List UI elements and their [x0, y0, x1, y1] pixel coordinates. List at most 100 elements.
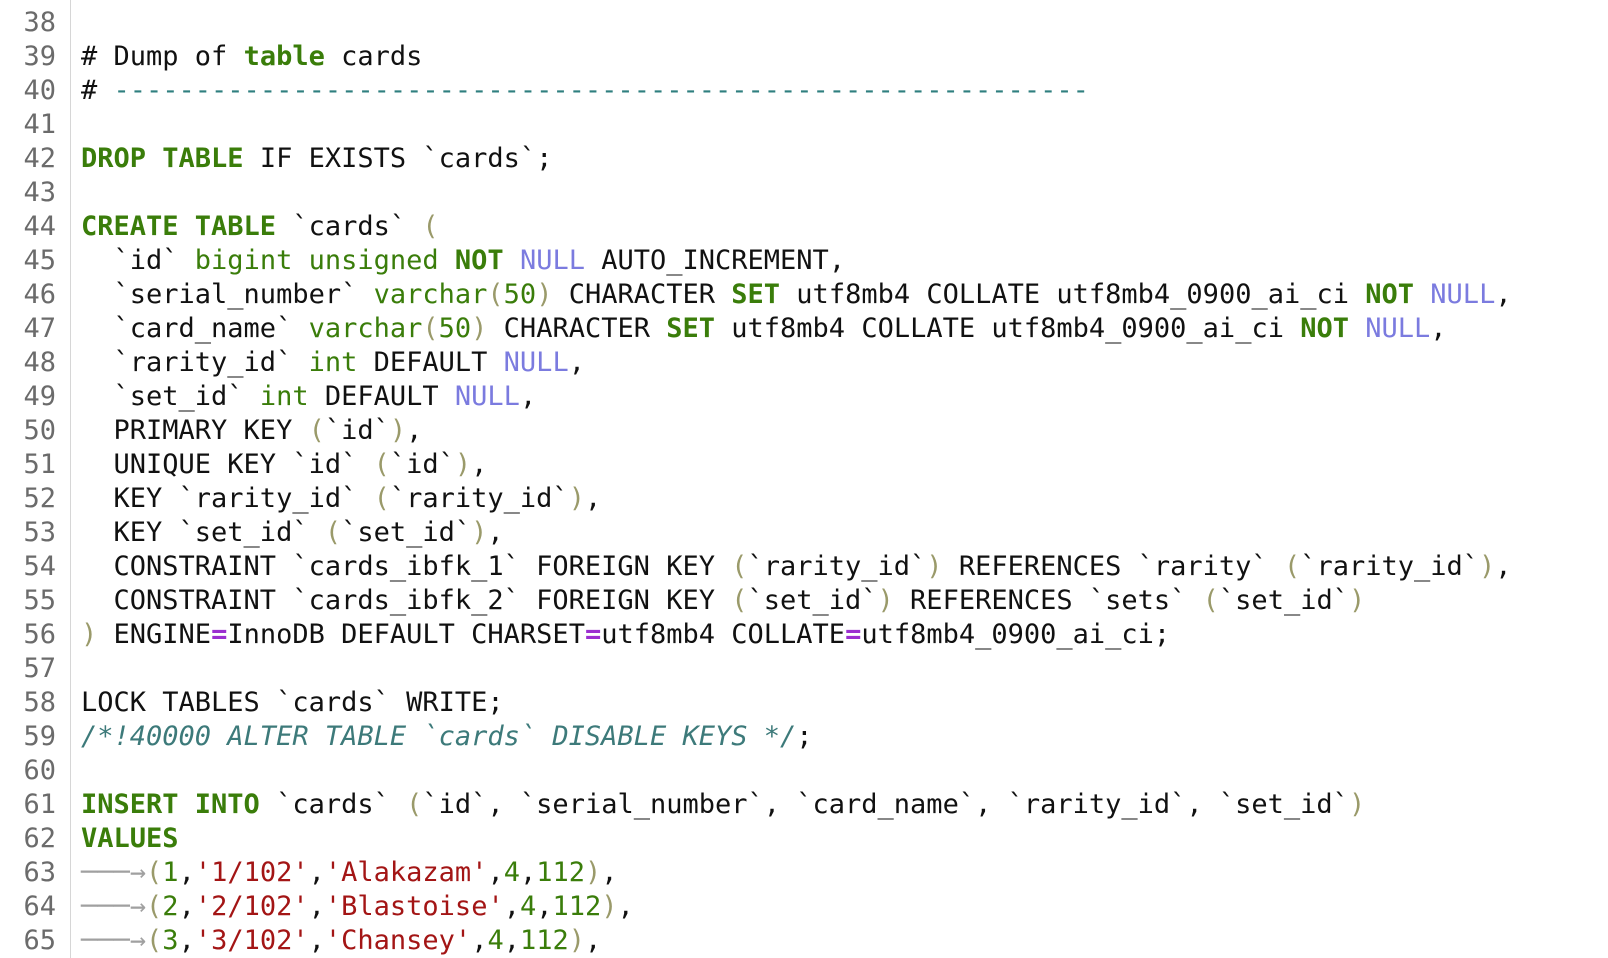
line-code: VALUES	[81, 822, 179, 856]
code-token: ,	[178, 925, 195, 956]
line-code: PRIMARY KEY (`id`),	[81, 414, 423, 448]
code-token: ENGINE	[97, 619, 212, 650]
code-token: 1	[162, 857, 179, 888]
line-number: 51	[23, 449, 56, 480]
code-line[interactable]: 41	[0, 108, 1608, 142]
code-line[interactable]: 58 LOCK TABLES `cards` WRITE;	[0, 686, 1608, 720]
code-token: ,	[503, 925, 520, 956]
code-token: SET	[666, 313, 716, 344]
code-line[interactable]: 47 `card_name` varchar(50) CHARACTER SET…	[0, 312, 1608, 346]
code-line[interactable]: 45 `id` bigint unsigned NOT NULL AUTO_IN…	[0, 244, 1608, 278]
code-token: `rarity_id`	[81, 347, 309, 378]
line-number: 45	[23, 245, 56, 276]
code-line[interactable]: 56) ENGINE=InnoDB DEFAULT CHARSET=utf8mb…	[0, 618, 1608, 652]
line-code: KEY `rarity_id` (`rarity_id`),	[81, 482, 602, 516]
line-code: ) ENGINE=InnoDB DEFAULT CHARSET=utf8mb4 …	[81, 618, 1170, 652]
code-line[interactable]: 52 KEY `rarity_id` (`rarity_id`),	[0, 482, 1608, 516]
code-token: 50	[503, 279, 537, 310]
code-token: NULL	[1365, 313, 1431, 344]
code-line[interactable]: 64 ───→(2,'2/102','Blastoise',4,112),	[0, 890, 1608, 924]
code-line[interactable]: 51 UNIQUE KEY `id` (`id`),	[0, 448, 1608, 482]
code-line[interactable]: 53 KEY `set_id` (`set_id`),	[0, 516, 1608, 550]
line-number: 59	[23, 721, 56, 752]
code-token: SET	[731, 279, 781, 310]
code-line[interactable]: 43	[0, 176, 1608, 210]
code-token: int	[308, 347, 358, 378]
line-number: 40	[23, 75, 56, 106]
line-code: ───→(1,'1/102','Alakazam',4,112),	[81, 856, 618, 890]
code-token: DEFAULT	[308, 381, 455, 412]
line-number: 39	[23, 41, 56, 72]
code-token: 4	[519, 891, 537, 922]
code-line[interactable]: 44 CREATE TABLE `cards` (	[0, 210, 1608, 244]
code-line[interactable]: 62 VALUES	[0, 822, 1608, 856]
line-code: `card_name` varchar(50) CHARACTER SET ut…	[81, 312, 1447, 346]
code-token: bigint unsigned	[194, 245, 439, 276]
code-token: utf8mb4 COLLATE	[601, 619, 846, 650]
code-token: ,	[178, 857, 195, 888]
code-line[interactable]: 49 `set_id` int DEFAULT NULL,	[0, 380, 1608, 414]
code-line[interactable]: 59 /*!40000 ALTER TABLE `cards` DISABLE K…	[0, 720, 1608, 754]
code-line[interactable]: 46 `serial_number` varchar(50) CHARACTER…	[0, 278, 1608, 312]
code-token: REFERENCES `sets`	[893, 585, 1203, 616]
code-token: `set_id`	[341, 517, 472, 548]
code-token: ,	[308, 857, 325, 888]
code-editor[interactable]: 38 39 # Dump of table cards 40 # -----------…	[0, 0, 1608, 958]
code-token: DEFAULT	[357, 347, 504, 378]
code-token: =	[845, 619, 862, 650]
code-token: CONSTRAINT `cards_ibfk_2` FOREIGN KEY	[81, 585, 732, 616]
code-line[interactable]: 60	[0, 754, 1608, 788]
code-line[interactable]: 55 CONSTRAINT `cards_ibfk_2` FOREIGN KEY…	[0, 584, 1608, 618]
code-line[interactable]: 61 INSERT INTO `cards` (`id`, `serial_num…	[0, 788, 1608, 822]
code-token: )	[471, 517, 488, 548]
line-number: 63	[23, 857, 56, 888]
code-token: (	[146, 857, 163, 888]
code-token: 'Chansey'	[324, 925, 472, 956]
code-token: 4	[487, 925, 504, 956]
code-line[interactable]: 42 DROP TABLE IF EXISTS `cards`;	[0, 142, 1608, 176]
code-token: )	[926, 551, 943, 582]
code-token: 'Blastoise'	[324, 891, 504, 922]
code-token: (	[731, 551, 748, 582]
code-line[interactable]: 39 # Dump of table cards	[0, 40, 1608, 74]
line-code: # Dump of table cards	[81, 40, 422, 74]
line-number: 65	[23, 925, 56, 956]
code-token: '2/102'	[194, 891, 309, 922]
code-token: NULL	[454, 381, 520, 412]
code-token: 112	[520, 925, 569, 956]
code-token: varchar	[373, 279, 488, 310]
code-token: )	[877, 585, 894, 616]
line-number: 44	[23, 211, 56, 242]
code-token: ,	[308, 925, 325, 956]
line-number: 38	[23, 7, 56, 38]
code-lines[interactable]: 38 39 # Dump of table cards 40 # -----------…	[0, 6, 1608, 958]
code-token: 3	[162, 925, 179, 956]
line-number: 57	[23, 653, 56, 684]
line-code: # --------------------------------------…	[81, 74, 1089, 108]
code-token: ,	[1495, 279, 1512, 310]
code-token: =	[211, 619, 228, 650]
tab-indicator-icon: ───→	[81, 891, 147, 922]
code-line[interactable]: 63 ───→(1,'1/102','Alakazam',4,112),	[0, 856, 1608, 890]
code-token: )	[568, 925, 586, 956]
tab-indicator-icon: ───→	[81, 857, 147, 888]
code-token: )	[471, 313, 488, 344]
code-token: UNIQUE KEY `id`	[81, 449, 374, 480]
code-token: PRIMARY KEY	[81, 415, 309, 446]
code-token: VALUES	[81, 823, 179, 854]
code-line[interactable]: 50 PRIMARY KEY (`id`),	[0, 414, 1608, 448]
code-line[interactable]: 38	[0, 6, 1608, 40]
code-token: ,	[406, 415, 423, 446]
code-line[interactable]: 40 # ------------------------------------…	[0, 74, 1608, 108]
code-line[interactable]: 65 ───→(3,'3/102','Chansey',4,112),	[0, 924, 1608, 958]
code-line[interactable]: 54 CONSTRAINT `cards_ibfk_1` FOREIGN KEY…	[0, 550, 1608, 584]
code-token: KEY `rarity_id`	[81, 483, 374, 514]
line-number: 42	[23, 143, 56, 174]
code-token: cards	[324, 41, 423, 72]
code-line[interactable]: 57	[0, 652, 1608, 686]
code-token: NULL	[519, 245, 585, 276]
code-line[interactable]: 48 `rarity_id` int DEFAULT NULL,	[0, 346, 1608, 380]
code-token: (	[731, 585, 748, 616]
